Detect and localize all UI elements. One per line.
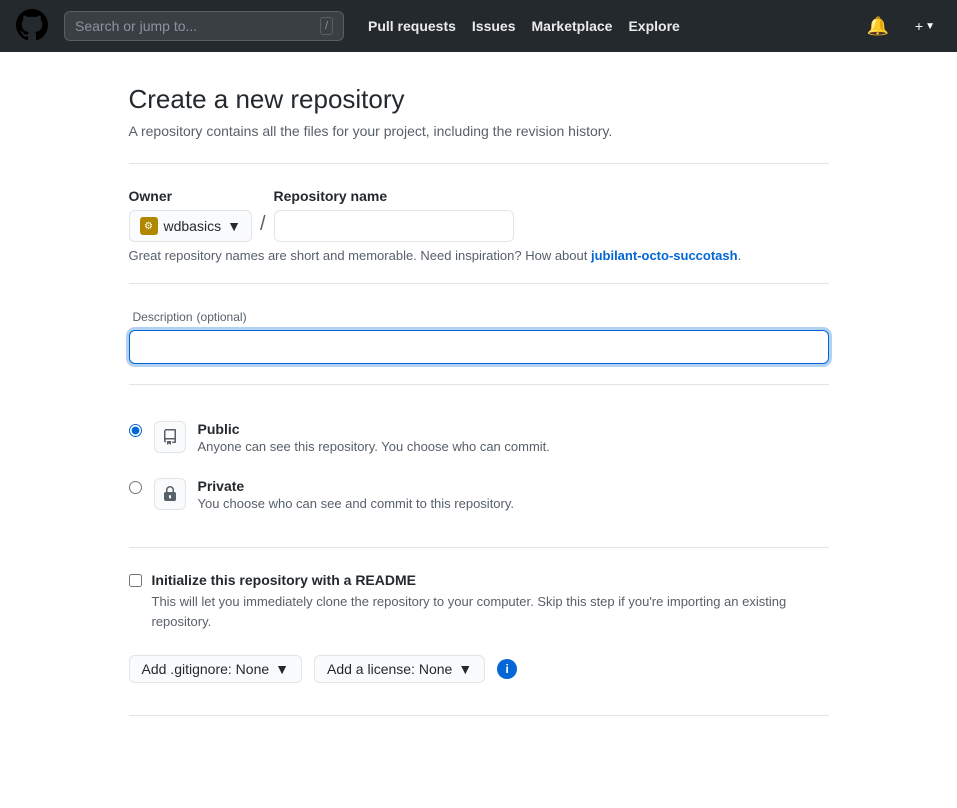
repo-name-label: Repository name: [274, 188, 514, 204]
inspiration-text: Great repository names are short and mem…: [129, 248, 829, 263]
license-button[interactable]: Add a license: None ▼: [314, 655, 485, 683]
repo-name-field: Repository name: [274, 188, 514, 242]
gitignore-label: Add .gitignore: None: [142, 661, 270, 677]
plus-icon: +: [915, 18, 923, 34]
slash-badge: /: [320, 17, 333, 35]
private-icon: [154, 478, 186, 510]
slash-separator: /: [252, 208, 274, 242]
pull-requests-link[interactable]: Pull requests: [368, 18, 456, 34]
final-divider: [129, 715, 829, 716]
repo-name-input[interactable]: [274, 210, 514, 242]
private-desc: You choose who can see and commit to thi…: [198, 496, 515, 511]
page-subtitle: A repository contains all the files for …: [129, 123, 829, 139]
init-checkbox[interactable]: [129, 574, 142, 587]
owner-name: wdbasics: [164, 218, 222, 234]
issues-link[interactable]: Issues: [472, 18, 516, 34]
owner-avatar: ⚙: [140, 217, 158, 235]
owner-select-button[interactable]: ⚙ wdbasics ▼: [129, 210, 252, 242]
license-label: Add a license: None: [327, 661, 452, 677]
navbar: / Pull requests Issues Marketplace Explo…: [0, 0, 957, 52]
main-content: Create a new repository A repository con…: [109, 52, 849, 808]
page-title: Create a new repository: [129, 84, 829, 115]
github-logo[interactable]: [16, 9, 48, 44]
gitignore-caret-icon: ▼: [275, 661, 289, 677]
top-divider: [129, 163, 829, 164]
search-bar[interactable]: /: [64, 11, 344, 41]
visibility-divider: [129, 384, 829, 385]
desc-divider: [129, 283, 829, 284]
owner-label: Owner: [129, 188, 252, 204]
license-caret-icon: ▼: [458, 661, 472, 677]
init-text-group: Initialize this repository with a README…: [152, 572, 829, 631]
bottom-actions: Add .gitignore: None ▼ Add a license: No…: [129, 655, 829, 683]
caret-down-icon: ▼: [925, 21, 935, 32]
init-title: Initialize this repository with a README: [152, 572, 829, 588]
visibility-section: Public Anyone can see this repository. Y…: [129, 409, 829, 523]
gitignore-button[interactable]: Add .gitignore: None ▼: [129, 655, 303, 683]
search-input[interactable]: [75, 18, 314, 34]
init-section: Initialize this repository with a README…: [129, 572, 829, 631]
info-icon-button[interactable]: i: [497, 659, 517, 679]
owner-caret-icon: ▼: [227, 218, 241, 234]
public-icon: [154, 421, 186, 453]
nav-links: Pull requests Issues Marketplace Explore: [368, 18, 680, 34]
private-text-group: Private You choose who can see and commi…: [198, 478, 515, 511]
inspiration-link[interactable]: jubilant-octo-succotash: [591, 248, 738, 263]
desc-optional: (optional): [197, 310, 247, 324]
public-desc: Anyone can see this repository. You choo…: [198, 439, 550, 454]
description-field: Description(optional): [129, 308, 829, 364]
desc-label: Description(optional): [129, 308, 829, 324]
init-desc: This will let you immediately clone the …: [152, 592, 829, 631]
description-input[interactable]: [129, 330, 829, 364]
explore-link[interactable]: Explore: [628, 18, 679, 34]
public-radio[interactable]: [129, 424, 142, 437]
private-title: Private: [198, 478, 515, 494]
init-divider: [129, 547, 829, 548]
init-option: Initialize this repository with a README…: [129, 572, 829, 631]
marketplace-link[interactable]: Marketplace: [532, 18, 613, 34]
private-radio[interactable]: [129, 481, 142, 494]
public-text-group: Public Anyone can see this repository. Y…: [198, 421, 550, 454]
owner-field: Owner ⚙ wdbasics ▼: [129, 188, 252, 242]
public-option: Public Anyone can see this repository. Y…: [129, 409, 829, 466]
bell-icon: 🔔: [866, 16, 888, 37]
create-new-button[interactable]: + ▼: [909, 14, 941, 38]
notifications-button[interactable]: 🔔: [862, 12, 892, 41]
private-option: Private You choose who can see and commi…: [129, 466, 829, 523]
public-title: Public: [198, 421, 550, 437]
